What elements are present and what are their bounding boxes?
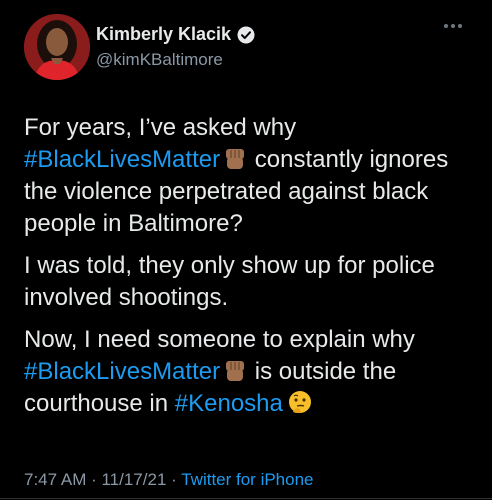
hashtag-link[interactable]: #BlackLivesMatter xyxy=(24,146,220,173)
tweet-metadata: 7:47 AM · 11/17/21 · Twitter for iPhone xyxy=(24,470,314,490)
divider xyxy=(0,498,492,499)
tweet-time[interactable]: 7:47 AM xyxy=(24,470,86,489)
meta-separator: · xyxy=(166,470,182,489)
raised-fist-emoji-icon xyxy=(226,149,245,169)
raised-fist-emoji-icon xyxy=(226,361,245,381)
author-display-name[interactable]: Kimberly Klacik xyxy=(96,24,231,45)
more-options-icon[interactable] xyxy=(444,24,462,28)
thinking-face-emoji-icon xyxy=(288,391,311,413)
hashtag-link[interactable]: #Kenosha xyxy=(175,390,283,417)
avatar[interactable] xyxy=(24,14,90,80)
tweet-source-link[interactable]: Twitter for iPhone xyxy=(181,470,313,489)
tweet-date[interactable]: 11/17/21 xyxy=(101,470,166,489)
tweet-text: Now, I need someone to explain why xyxy=(24,326,415,353)
author-name-row[interactable]: Kimberly Klacik xyxy=(96,24,255,45)
tweet-paragraph-3: Now, I need someone to explain why #Blac… xyxy=(24,324,474,420)
avatar-image xyxy=(24,14,90,80)
tweet-text: For years, I’ve asked why xyxy=(24,114,297,141)
hashtag-link[interactable]: #BlackLivesMatter xyxy=(24,358,220,385)
tweet-paragraph-1: For years, I’ve asked why #BlackLivesMat… xyxy=(24,112,474,240)
author-handle[interactable]: @kimKBaltimore xyxy=(96,50,223,70)
more-dot xyxy=(444,24,448,28)
meta-separator: · xyxy=(86,470,102,489)
tweet-text: I was told, they only show up for police… xyxy=(24,252,435,311)
tweet-paragraph-2: I was told, they only show up for police… xyxy=(24,250,474,314)
tweet-body: For years, I’ve asked why #BlackLivesMat… xyxy=(24,112,474,430)
more-dot xyxy=(458,24,462,28)
verified-badge-icon xyxy=(237,26,255,43)
more-dot xyxy=(451,24,455,28)
